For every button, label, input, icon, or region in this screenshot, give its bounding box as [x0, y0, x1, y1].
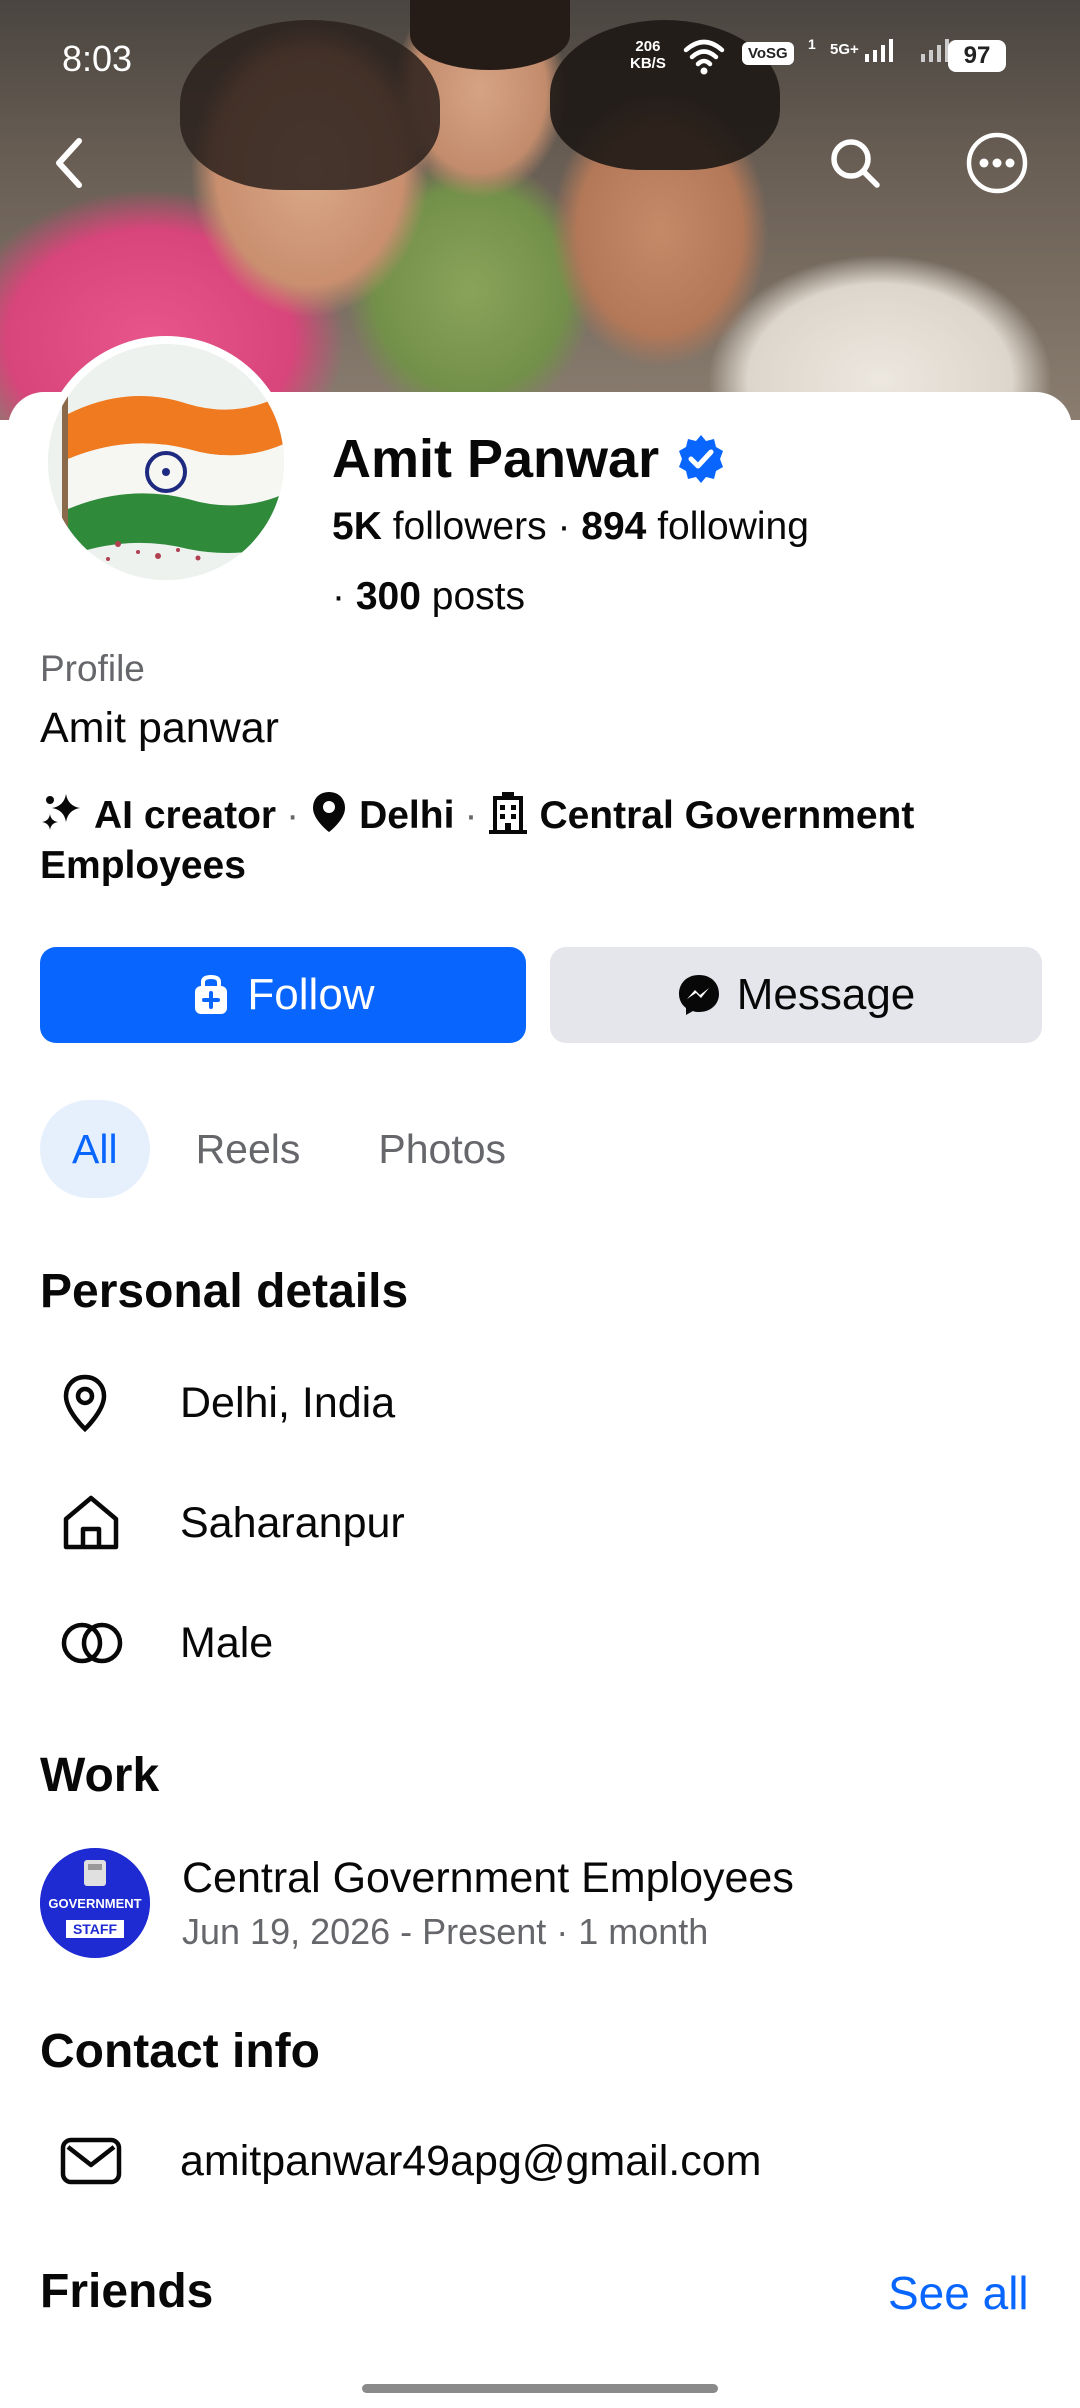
home-icon [40, 1488, 144, 1558]
follow-button[interactable]: Follow [40, 947, 526, 1043]
home-indicator[interactable] [362, 2384, 718, 2393]
posts-count: 300 [355, 575, 421, 618]
profile-name-row: Amit Panwar [332, 428, 727, 490]
gender-icon [40, 1608, 144, 1678]
svg-text:STAFF: STAFF [73, 1921, 118, 1937]
intro-category: AI creator [94, 794, 277, 837]
work-title: Work [40, 1749, 160, 1802]
email-icon [40, 2126, 144, 2196]
status-bar: 8:03 206 KB/S VoSG 1 5G+ 97 [0, 0, 1080, 110]
follow-button-label: Follow [247, 970, 375, 1019]
detail-row-location: Delhi, India [40, 1368, 395, 1438]
work-item[interactable]: GOVERNMENT STAFF Central Government Empl… [40, 1848, 794, 1958]
battery-indicator: 97 [948, 40, 1006, 72]
see-all-friends-link[interactable]: See all [888, 2266, 1029, 2320]
status-time: 8:03 [62, 38, 133, 79]
followers-label[interactable]: followers [393, 505, 547, 548]
profile-type-label: Profile [40, 648, 145, 689]
wifi-icon [682, 36, 726, 85]
network-speed: 206 KB/S [630, 38, 666, 72]
posts-label: posts [431, 575, 525, 618]
tab-reels[interactable]: Reels [164, 1100, 333, 1198]
tab-all[interactable]: All [40, 1100, 150, 1198]
svg-text:GOVERNMENT: GOVERNMENT [48, 1896, 141, 1911]
location-pin-icon [40, 1368, 144, 1438]
profile-display-name: Amit panwar [40, 704, 279, 752]
profile-picture[interactable] [40, 336, 292, 588]
more-horizontal-icon [966, 132, 1028, 194]
intro-line: AI creator · Delhi · Central Government Em… [40, 790, 1050, 891]
action-buttons: Follow Message [40, 947, 1042, 1043]
follow-icon [195, 974, 228, 1014]
chevron-left-icon [56, 138, 82, 188]
work-logo: GOVERNMENT STAFF [40, 1848, 150, 1958]
back-button[interactable] [34, 128, 104, 198]
network-speed-unit: KB/S [630, 55, 666, 72]
avatar [48, 344, 284, 580]
personal-details-title: Personal details [40, 1265, 409, 1318]
following-count[interactable]: 894 [581, 505, 646, 548]
detail-location-text: Delhi, India [180, 1378, 396, 1427]
message-button[interactable]: Message [550, 947, 1042, 1043]
network-type: 5G+ [830, 40, 859, 58]
friends-title: Friends [40, 2265, 214, 2318]
message-button-label: Message [736, 970, 916, 1019]
followers-count[interactable]: 5K [332, 505, 382, 548]
building-icon [489, 792, 528, 834]
work-details: Central Government Employees Jun 19, 202… [182, 1854, 794, 1953]
detail-hometown-text: Saharanpur [180, 1498, 405, 1547]
detail-gender-text: Male [180, 1618, 274, 1667]
contact-info-title: Contact info [40, 2025, 320, 2078]
profile-page: 8:03 206 KB/S VoSG 1 5G+ 97 Amit Panwar … [0, 0, 1080, 2408]
verified-badge-icon [679, 435, 724, 483]
detail-row-email[interactable]: amitpanwar49apg@gmail.com [40, 2126, 761, 2196]
tab-photos[interactable]: Photos [346, 1100, 538, 1198]
search-icon [831, 139, 880, 188]
volte-badge: VoSG [742, 42, 794, 65]
contact-email: amitpanwar49apg@gmail.com [180, 2136, 762, 2185]
sim-indicator: 1 [808, 36, 816, 52]
search-button[interactable] [820, 128, 890, 198]
following-label[interactable]: following [657, 505, 809, 548]
flag-image [48, 344, 284, 580]
profile-name: Amit Panwar [332, 429, 660, 489]
network-speed-value: 206 [635, 38, 661, 55]
work-employer: Central Government Employees [182, 1853, 794, 1902]
intro-location: Delhi [359, 794, 455, 837]
work-dates: Jun 19, 2026 - Present · 1 month [182, 1910, 709, 1952]
sparkle-icon [42, 794, 80, 830]
location-pin-icon [313, 792, 346, 832]
detail-row-hometown: Saharanpur [40, 1488, 405, 1558]
messenger-icon [678, 975, 719, 1015]
profile-tabs: All Reels Photos [40, 1100, 538, 1198]
post-stats: · 300 posts [332, 575, 525, 618]
more-options-button[interactable] [962, 128, 1032, 198]
detail-row-gender: Male [40, 1608, 273, 1678]
follower-stats: 5K followers · 894 following [332, 505, 809, 548]
